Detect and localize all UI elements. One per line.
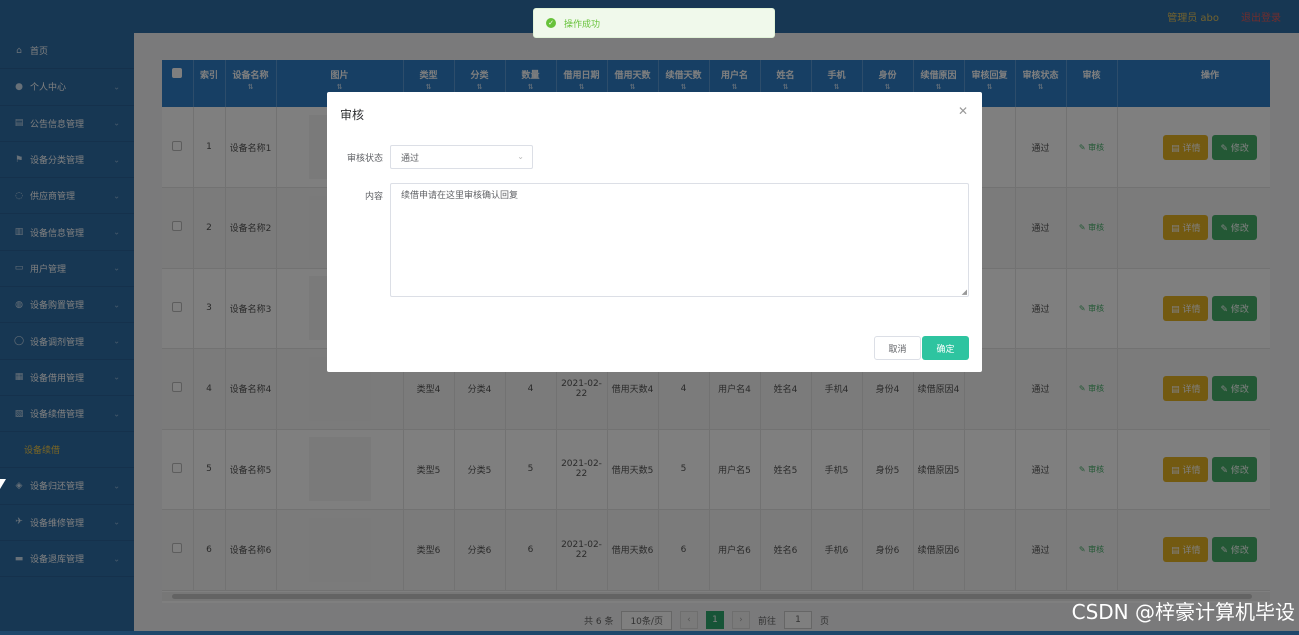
success-toast: ✓ 操作成功 [533, 8, 775, 38]
confirm-button[interactable]: 确定 [922, 336, 969, 360]
resize-handle-icon[interactable]: ◢ [962, 288, 967, 296]
chevron-down-icon: ⌄ [517, 152, 524, 161]
status-select[interactable]: 通过 ⌄ [390, 145, 533, 169]
toast-message: 操作成功 [564, 19, 601, 30]
watermark-text: CSDN @梓豪计算机毕设 [1071, 600, 1295, 624]
dialog-title: 审核 [340, 108, 365, 122]
content-text: 续借申请在这里审核确认回复 [401, 191, 519, 201]
content-label: 内容 [364, 192, 383, 202]
status-label: 审核状态 [346, 154, 383, 164]
check-circle-icon: ✓ [546, 18, 556, 28]
status-select-value: 通过 [401, 153, 420, 164]
mouse-cursor-icon [0, 479, 6, 489]
cancel-button[interactable]: 取消 [874, 336, 921, 360]
close-icon[interactable]: ✕ [958, 104, 968, 118]
content-textarea[interactable]: 续借申请在这里审核确认回复 ◢ [390, 183, 969, 297]
audit-dialog: 审核 ✕ 审核状态 通过 ⌄ 内容 续借申请在这里审核确认回复 ◢ 取消 确定 [327, 92, 982, 372]
